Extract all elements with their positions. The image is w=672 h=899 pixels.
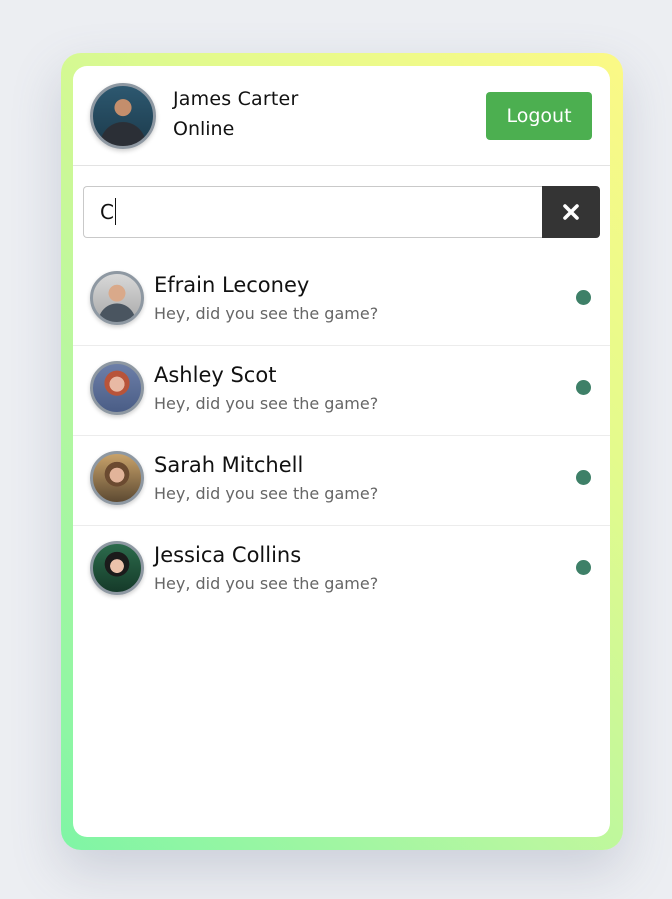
search-input[interactable] bbox=[83, 186, 543, 238]
contact-list: Efrain Leconey Hey, did you see the game… bbox=[73, 256, 610, 616]
contact-last-message: Hey, did you see the game? bbox=[154, 304, 379, 323]
contact-row[interactable]: Jessica Collins Hey, did you see the gam… bbox=[73, 526, 610, 616]
online-status-dot bbox=[576, 380, 591, 395]
contact-avatar bbox=[90, 451, 144, 505]
contact-avatar bbox=[90, 271, 144, 325]
user-status: Online bbox=[173, 118, 235, 140]
contact-row[interactable]: Efrain Leconey Hey, did you see the game… bbox=[73, 256, 610, 346]
user-avatar[interactable] bbox=[90, 83, 156, 149]
contact-last-message: Hey, did you see the game? bbox=[154, 574, 379, 593]
contact-name: Efrain Leconey bbox=[154, 273, 310, 297]
contact-avatar bbox=[90, 541, 144, 595]
user-name: James Carter bbox=[173, 88, 299, 110]
chat-app-frame: James Carter Online Logout Efrain Lecone… bbox=[61, 53, 623, 850]
chat-panel: James Carter Online Logout Efrain Lecone… bbox=[73, 66, 610, 837]
contact-name: Sarah Mitchell bbox=[154, 453, 304, 477]
contact-name: Ashley Scot bbox=[154, 363, 277, 387]
search-bar bbox=[83, 186, 600, 238]
contact-row[interactable]: Sarah Mitchell Hey, did you see the game… bbox=[73, 436, 610, 526]
contact-row[interactable]: Ashley Scot Hey, did you see the game? bbox=[73, 346, 610, 436]
text-caret bbox=[115, 198, 116, 225]
online-status-dot bbox=[576, 470, 591, 485]
contact-last-message: Hey, did you see the game? bbox=[154, 394, 379, 413]
online-status-dot bbox=[576, 560, 591, 575]
clear-search-button[interactable] bbox=[542, 186, 600, 238]
contact-avatar bbox=[90, 361, 144, 415]
contact-last-message: Hey, did you see the game? bbox=[154, 484, 379, 503]
user-header: James Carter Online Logout bbox=[73, 66, 610, 166]
online-status-dot bbox=[576, 290, 591, 305]
close-icon bbox=[563, 204, 579, 220]
logout-button[interactable]: Logout bbox=[486, 92, 592, 140]
contact-name: Jessica Collins bbox=[154, 543, 302, 567]
